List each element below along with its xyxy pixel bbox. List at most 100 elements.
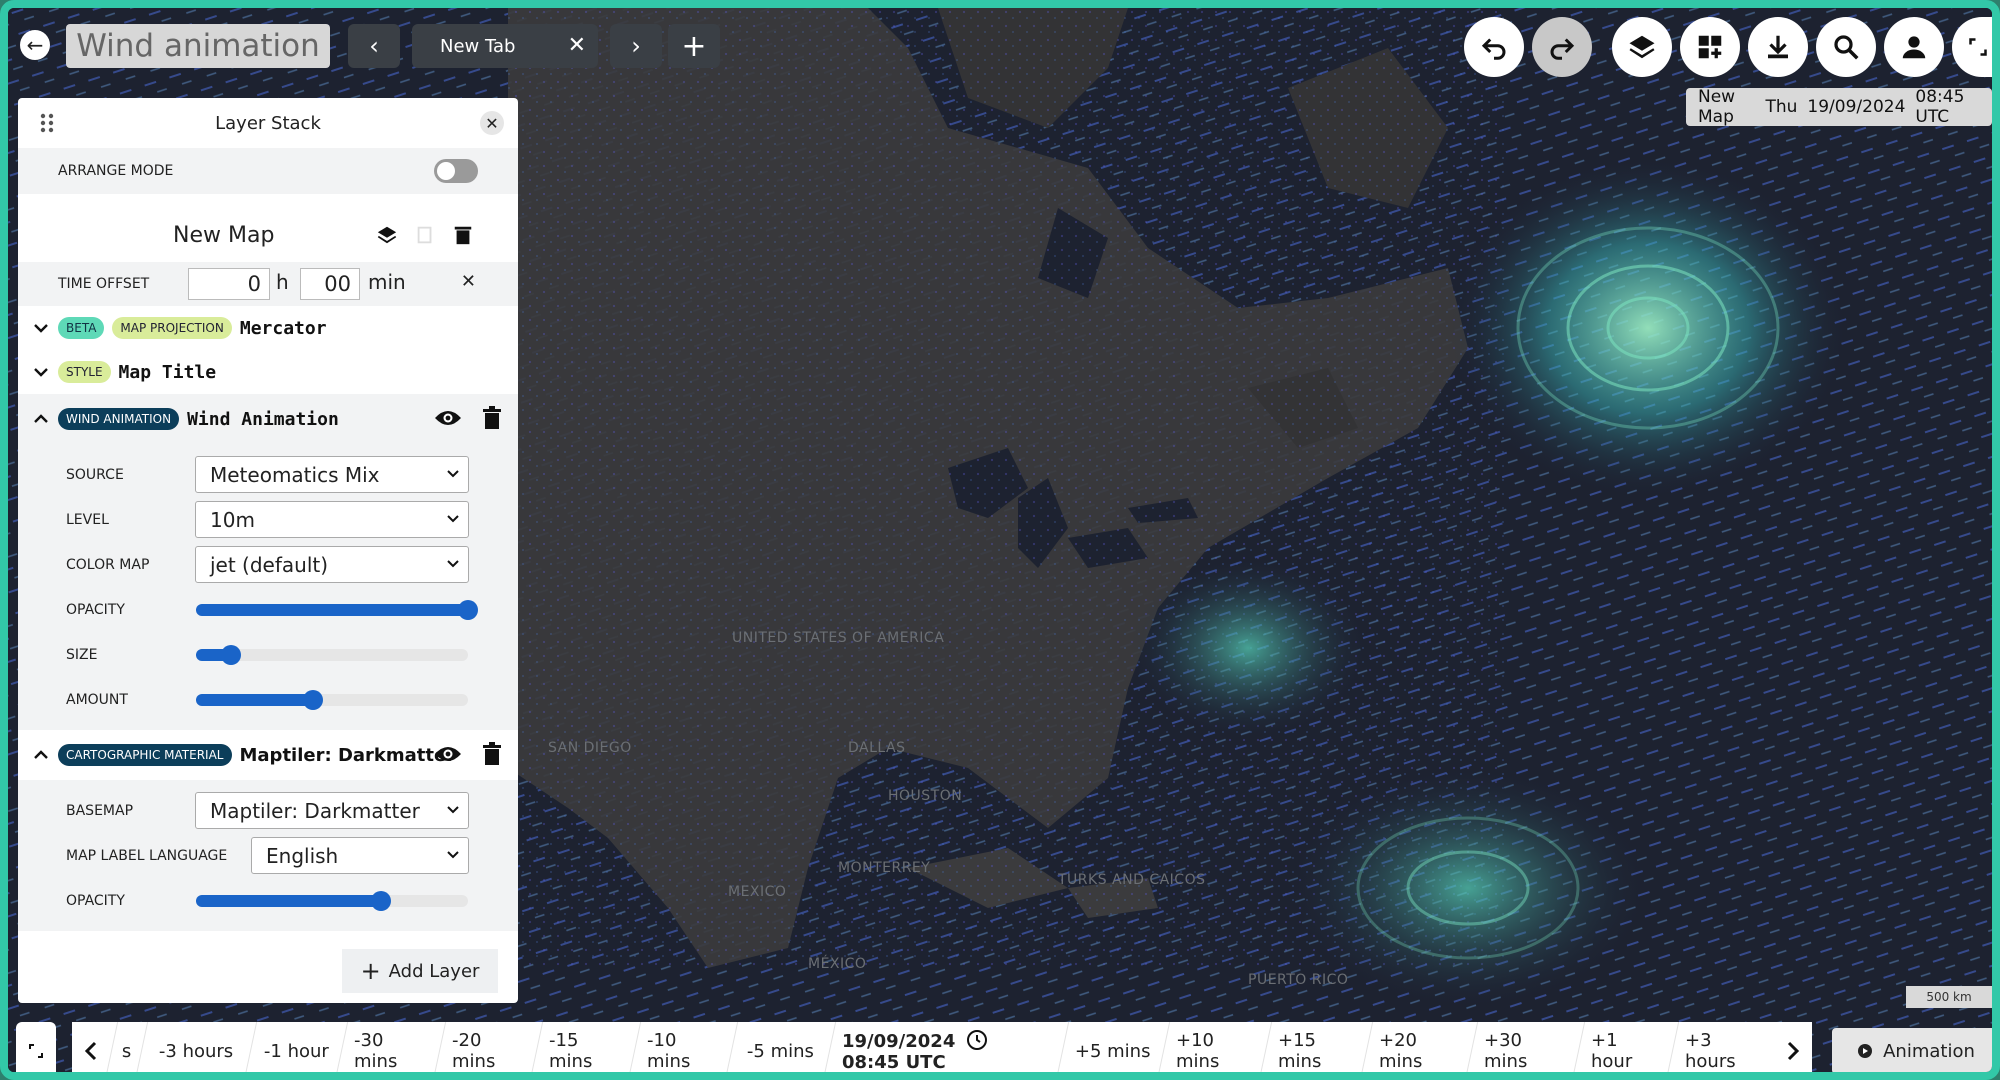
size-slider[interactable]	[196, 644, 468, 665]
timeline-step[interactable]: -3 hours	[134, 1022, 256, 1072]
map-label-puerto-rico: PUERTO RICO	[1248, 972, 1349, 988]
source-value: Meteomatics Mix	[210, 462, 380, 487]
slider-handle[interactable]	[221, 644, 242, 665]
timeline-step-label: +20 mins	[1378, 1030, 1423, 1072]
projection-value: Mercator	[239, 317, 327, 339]
trash-icon[interactable]	[482, 742, 502, 766]
minutes-input[interactable]: 00	[300, 268, 360, 300]
add-tab-button[interactable]: +	[668, 24, 720, 68]
layers-button[interactable]	[1612, 17, 1672, 77]
layers-icon[interactable]	[376, 224, 398, 246]
level-row: LEVEL 10m	[18, 497, 518, 542]
timeline-step[interactable]: +5 mins	[1055, 1022, 1170, 1072]
eye-icon[interactable]	[434, 408, 462, 428]
carto-opacity-row: OPACITY	[18, 878, 518, 923]
timeline-step[interactable]: -15 mins	[530, 1022, 641, 1072]
color-map-select[interactable]: jet (default)	[195, 546, 469, 583]
timeline-step-label: +1 hour	[1591, 1030, 1633, 1072]
style-row[interactable]: STYLE Map Title	[18, 350, 518, 394]
timeline-step[interactable]: +10 mins	[1157, 1022, 1271, 1072]
timeline-step[interactable]: +3 hours	[1665, 1022, 1780, 1072]
amount-slider[interactable]	[196, 689, 468, 710]
divider	[18, 194, 518, 208]
timeline-step[interactable]: -10 mins	[627, 1022, 738, 1072]
slider-handle[interactable]	[302, 689, 323, 710]
color-map-row: COLOR MAP jet (default)	[18, 542, 518, 587]
color-map-label: COLOR MAP	[66, 556, 150, 573]
map-name[interactable]: New Map	[173, 223, 274, 248]
eye-icon[interactable]	[434, 744, 462, 764]
play-circle-icon	[1858, 1044, 1873, 1058]
account-button[interactable]	[1884, 17, 1944, 77]
map-label-dallas: DALLAS	[848, 740, 906, 756]
trash-icon[interactable]	[482, 406, 502, 430]
timeline-step-label: -10 mins	[646, 1030, 691, 1072]
undo-button[interactable]	[1464, 17, 1524, 77]
timeline-step[interactable]: +20 mins	[1359, 1022, 1478, 1072]
chevron-down-icon[interactable]	[32, 363, 50, 381]
close-icon[interactable]: ✕	[568, 33, 586, 58]
collapse-button[interactable]	[16, 1022, 56, 1072]
redo-button[interactable]	[1532, 17, 1592, 77]
arrange-mode-toggle[interactable]	[434, 159, 478, 183]
timeline-step[interactable]: -5 mins	[725, 1022, 836, 1072]
beta-badge: BETA	[58, 317, 105, 339]
map-label-turks: TURKS AND CAICOS	[1058, 872, 1206, 888]
map-title-field[interactable]: Wind animation	[66, 24, 330, 68]
back-button[interactable]: ←	[20, 30, 50, 60]
animation-button[interactable]: Animation	[1832, 1028, 1992, 1072]
add-layer-button[interactable]: + Add Layer	[342, 949, 498, 993]
slider-handle[interactable]	[458, 599, 478, 620]
wind-animation-badge: WIND ANIMATION	[58, 408, 180, 430]
map-label-mexico-city: MÉXICO	[808, 956, 867, 972]
chevron-down-icon	[447, 851, 459, 859]
info-date: 19/09/2024	[1807, 97, 1906, 117]
clear-offset-icon[interactable]: ✕	[461, 271, 476, 292]
carto-opacity-slider[interactable]	[196, 890, 468, 911]
download-button[interactable]	[1748, 17, 1808, 77]
wind-layer-header[interactable]: WIND ANIMATION Wind Animation	[18, 394, 518, 444]
chevron-up-icon[interactable]	[32, 746, 50, 764]
timeline-step[interactable]: +30 mins	[1465, 1022, 1585, 1072]
color-map-value: jet (default)	[210, 552, 329, 577]
animation-label: Animation	[1883, 1040, 1975, 1062]
drag-handle-icon[interactable]	[38, 112, 56, 134]
level-select[interactable]: 10m	[195, 501, 469, 538]
dashboard-add-button[interactable]	[1680, 17, 1740, 77]
chevron-up-icon[interactable]	[32, 410, 50, 428]
timeline-step-label: -20 mins	[451, 1030, 496, 1072]
timeline-step-label: +15 mins	[1277, 1030, 1321, 1072]
timeline-step[interactable]: -1 hour	[243, 1022, 348, 1072]
timeline-step[interactable]: -20 mins	[432, 1022, 543, 1072]
label-language-label: MAP LABEL LANGUAGE	[66, 847, 228, 864]
hours-input[interactable]: 0	[188, 268, 270, 300]
projection-row[interactable]: BETA MAP PROJECTION Mercator	[18, 306, 518, 350]
trash-icon[interactable]	[452, 224, 474, 246]
timeline-current[interactable]: 19/09/2024 08:45 UTC	[822, 1022, 1068, 1072]
tab-prev-button[interactable]: ‹	[348, 24, 400, 68]
wind-opacity-slider[interactable]	[196, 599, 478, 620]
label-language-select[interactable]: English	[251, 837, 469, 874]
timeline-step[interactable]: +15 mins	[1258, 1022, 1373, 1072]
copy-icon[interactable]	[414, 224, 436, 246]
basemap-select[interactable]: Maptiler: Darkmatter	[195, 792, 469, 829]
timeline-step-label: -3 hours	[158, 1040, 233, 1062]
app-frame: UNITED STATES OF AMERICA HOUSTON DALLAS …	[0, 0, 2000, 1080]
close-panel-button[interactable]: ✕	[480, 111, 504, 135]
carto-layer-header[interactable]: CARTOGRAPHIC MATERIAL Maptiler: Darkmatt…	[18, 730, 518, 780]
timeline-step[interactable]: +1 hour	[1572, 1022, 1679, 1072]
slider-handle[interactable]	[370, 890, 391, 911]
tab-new-tab[interactable]: New Tab ✕	[412, 24, 598, 68]
timeline-prev-button[interactable]	[72, 1022, 111, 1072]
timeline-step[interactable]: -30 mins	[335, 1022, 446, 1072]
tab-next-button[interactable]: ›	[610, 24, 662, 68]
wind-opacity-row: OPACITY	[18, 587, 518, 632]
source-row: SOURCE Meteomatics Mix	[18, 452, 518, 497]
source-select[interactable]: Meteomatics Mix	[195, 456, 469, 493]
search-button[interactable]	[1816, 17, 1876, 77]
timeline-next-button[interactable]	[1773, 1022, 1812, 1072]
info-map-name: New Map	[1698, 87, 1736, 127]
wind-layer-name: Wind Animation	[187, 408, 339, 430]
chevron-down-icon[interactable]	[32, 319, 50, 337]
timeline-bar: s -3 hours -1 hour -30 mins -20 mins -15…	[16, 1022, 1992, 1072]
